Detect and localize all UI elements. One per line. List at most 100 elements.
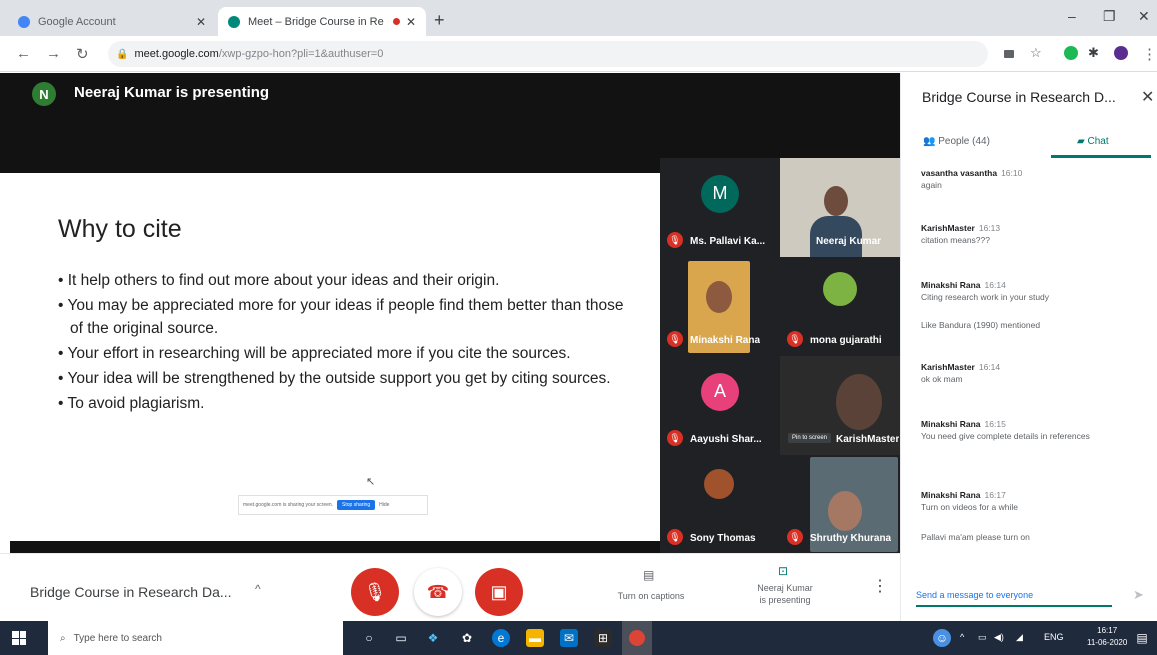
stop-sharing-button[interactable]: Stop sharing	[337, 500, 376, 510]
extensions-puzzle-icon[interactable]: ✱	[1088, 45, 1099, 61]
captions-button[interactable]: Turn on captions	[596, 590, 706, 602]
participant-tile[interactable]: Pin to screen KarishMaster	[780, 356, 900, 455]
show-hidden-icons-icon[interactable]: ^	[960, 632, 964, 642]
edge-icon[interactable]: e	[492, 629, 510, 647]
more-options-icon[interactable]: ⋮	[872, 576, 888, 596]
participant-video	[706, 281, 732, 313]
tab-people[interactable]: 👥 People (44)	[923, 136, 990, 147]
presenter-avatar: N	[32, 82, 56, 106]
participant-tile[interactable]: 🎙 Minakshi Rana	[660, 257, 780, 356]
camera-icon[interactable]	[1004, 50, 1014, 58]
chat-message: vasantha vasantha 16:10 again	[921, 167, 1022, 191]
slide-bullet: Your effort in researching will be appre…	[58, 342, 628, 365]
volume-icon[interactable]: ◀)	[994, 632, 1004, 643]
chat-icon: ▰	[1077, 136, 1085, 147]
participant-video	[704, 469, 734, 499]
menu-icon[interactable]: ⋮	[1142, 45, 1157, 63]
chat-input[interactable]: Send a message to everyone	[916, 585, 1112, 607]
chat-message: Minakshi Rana 16:17 Turn on videos for a …	[921, 489, 1018, 513]
maximize-button[interactable]: ❐	[1103, 8, 1116, 25]
minimize-button[interactable]: –	[1068, 8, 1076, 24]
participant-video	[828, 491, 862, 531]
notifications-icon[interactable]: ▤	[1133, 629, 1151, 647]
store-icon[interactable]: ⊞	[594, 629, 612, 647]
participant-name: Sony Thomas	[690, 533, 756, 544]
tab-close-icon[interactable]: ✕	[406, 15, 416, 29]
presenter-status: Neeraj Kumar is presenting	[74, 84, 270, 101]
reload-icon[interactable]: ↻	[76, 45, 89, 63]
task-view-icon[interactable]: ▭	[392, 629, 410, 647]
people-icon: 👥	[923, 136, 936, 147]
message-text: again	[921, 180, 942, 190]
search-placeholder: Type here to search	[73, 632, 162, 644]
slide-bullets: It help others to find out more about yo…	[58, 269, 628, 417]
slide-bullet: To avoid plagiarism.	[58, 392, 628, 415]
file-explorer-icon[interactable]: ▬	[526, 629, 544, 647]
mic-off-icon: 🎙	[667, 232, 683, 248]
mail-icon[interactable]: ✉	[560, 629, 578, 647]
slide-title: Why to cite	[58, 215, 182, 243]
chevron-up-icon[interactable]: ^	[255, 582, 261, 596]
message-time: 16:15	[984, 419, 1006, 429]
participant-name: Aayushi Shar...	[690, 434, 762, 445]
back-icon[interactable]: ←	[16, 45, 31, 62]
leave-call-button[interactable]: ☎	[414, 568, 462, 616]
active-tab-indicator	[1051, 155, 1151, 158]
close-window-button[interactable]: ✕	[1138, 8, 1150, 25]
participant-tile[interactable]: 🎙 Shruthy Khurana	[780, 455, 900, 554]
dropbox-icon[interactable]: ❖	[424, 629, 442, 647]
extension-icon[interactable]	[1064, 46, 1078, 60]
tab-meet[interactable]: Meet – Bridge Course in Re ✕	[218, 7, 426, 36]
participant-tile[interactable]: 🎙 Sony Thomas	[660, 455, 780, 554]
forward-icon[interactable]: →	[46, 45, 61, 62]
participant-tile[interactable]: 🎙 mona gujarathi	[780, 257, 900, 356]
url-host: meet.google.com	[134, 48, 219, 60]
chat-message: Pallavi ma'am please turn on	[921, 531, 1030, 543]
participant-tile[interactable]: A 🎙 Aayushi Shar...	[660, 356, 780, 455]
message-time: 16:14	[984, 280, 1006, 290]
participant-name: Minakshi Rana	[690, 335, 761, 346]
slide-bullet: You may be appreciated more for your ide…	[58, 294, 628, 340]
participant-tile[interactable]: M 🎙 Ms. Pallavi Ka...	[660, 158, 780, 257]
presenting-status-label[interactable]: Neeraj Kumar	[740, 582, 830, 594]
windows-start-icon[interactable]	[12, 631, 26, 645]
pin-to-screen-button[interactable]: Pin to screen	[788, 433, 832, 443]
chat-message: Like Bandura (1990) mentioned	[921, 319, 1040, 331]
battery-icon[interactable]: ▭	[978, 632, 987, 643]
captions-icon[interactable]: ▤	[643, 568, 654, 582]
chat-message: Minakshi Rana 16:14 Citing research work …	[921, 279, 1049, 303]
clock-time: 16:17	[1097, 626, 1118, 635]
participant-grid: M 🎙 Ms. Pallavi Ka... Neeraj Kumar 🎙 Min…	[660, 158, 900, 554]
close-panel-icon[interactable]: ✕	[1141, 87, 1154, 107]
screen-share-bar: meet.google.com is sharing your screen. …	[238, 495, 428, 515]
tab-chat[interactable]: ▰ Chat	[1077, 136, 1109, 147]
bookmark-star-icon[interactable]: ☆	[1030, 45, 1042, 61]
taskbar-search-input[interactable]: ⌕ Type here to search	[48, 621, 343, 655]
send-icon[interactable]: ➤	[1133, 587, 1144, 603]
input-language[interactable]: ENG	[1044, 632, 1064, 642]
meeting-details-button[interactable]: Bridge Course in Research Da...	[30, 584, 232, 600]
mic-toggle-button[interactable]: 🎙	[351, 568, 399, 616]
present-icon[interactable]: ⊡	[778, 564, 788, 578]
profile-avatar[interactable]	[1114, 46, 1128, 60]
recording-indicator-icon	[392, 18, 400, 25]
tab-close-icon[interactable]: ✕	[196, 15, 206, 29]
meet-stage: N Neeraj Kumar is presenting Why to cite…	[0, 73, 900, 621]
url-input[interactable]: 🔒 meet.google.com /xwp-gzpo-hon?pli=1&au…	[108, 41, 988, 67]
presenting-status-label[interactable]: is presenting	[740, 594, 830, 606]
user-tray-icon[interactable]: ☺	[933, 629, 951, 647]
hide-share-bar-button[interactable]: Hide	[379, 502, 389, 508]
chat-tab-label: Chat	[1087, 136, 1109, 147]
cortana-icon[interactable]: ○	[360, 629, 378, 647]
camera-toggle-button[interactable]: ▣	[475, 568, 523, 616]
chat-message: KarishMaster 16:13 citation means???	[921, 222, 1000, 246]
network-icon[interactable]: ◢	[1016, 632, 1023, 643]
new-tab-button[interactable]: +	[434, 10, 445, 31]
participant-tile[interactable]: Neeraj Kumar	[780, 158, 900, 257]
message-author: vasantha vasantha	[921, 168, 998, 178]
chrome-taskbar-icon[interactable]	[622, 621, 652, 655]
system-clock[interactable]: 16:17 11-06-2020	[1087, 625, 1127, 649]
chat-messages: vasantha vasantha 16:10 again KarishMaste…	[921, 167, 1146, 552]
app-icon[interactable]: ✿	[458, 629, 476, 647]
tab-google-account[interactable]: Google Account ✕	[8, 7, 216, 36]
